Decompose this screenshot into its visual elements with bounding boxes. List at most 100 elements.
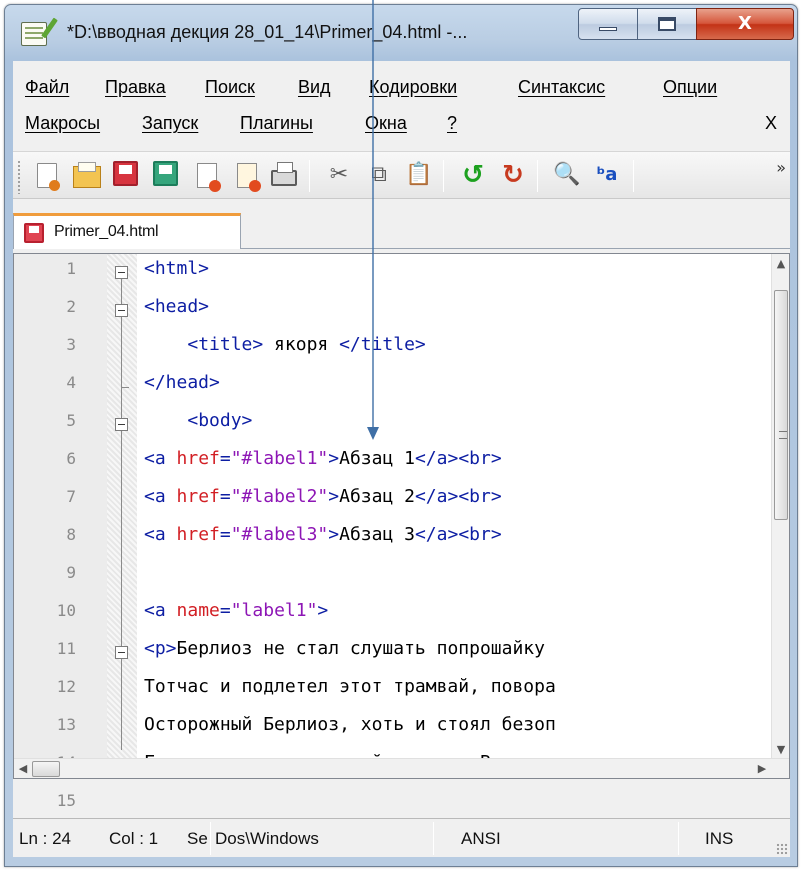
save-icon [113,161,138,186]
notepad-window: *D:\вводная декция 28_01_14\Primer_04.ht… [4,4,798,867]
resize-grip-icon[interactable] [776,843,788,855]
code-line[interactable]: </head> [144,364,220,402]
code-line[interactable]: Тотчас и подлетел этот трамвай, повора [144,668,556,706]
redo-button[interactable]: ↻ [499,161,527,189]
code-line[interactable]: <a href="#label2">Абзац 2</a><br> [144,478,502,516]
fold-toggle-p[interactable] [115,646,128,659]
save-all-button[interactable] [153,161,181,189]
save-button[interactable] [113,161,141,189]
toolbar: ✂ ⧉ 📋 ↺ ↻ 🔍 ᵇa » [13,151,790,199]
cut-button[interactable]: ✂ [325,161,353,189]
line-number-gutter: 123456789101112131415 [14,254,107,810]
code-text-area[interactable]: <html> <head> <title> якоря </title> </hea… [138,254,771,778]
line-number: 1 [66,259,76,278]
open-file-button[interactable] [73,161,101,189]
scroll-left-arrow-icon[interactable]: ◀ [16,761,30,777]
redo-icon: ↻ [502,160,524,190]
toolbar-overflow-button[interactable]: » [776,158,786,177]
close-file-icon [197,163,221,192]
code-line[interactable]: <title> якоря </title> [144,326,425,364]
tab-primer-04[interactable]: Primer_04.html [13,213,241,249]
tab-strip: Primer_04.html [13,209,790,249]
code-line[interactable]: <body> [144,402,252,440]
horizontal-scrollbar[interactable]: ◀ ▶ [14,758,789,778]
undo-button[interactable]: ↺ [459,161,487,189]
menu-macros[interactable]: Макросы [25,113,100,134]
close-all-icon [237,163,261,192]
menu-help[interactable]: ? [447,113,457,134]
code-line[interactable]: <a name="label1"> [144,592,328,630]
menu-edit[interactable]: Правка [105,77,166,98]
line-number: 7 [66,487,76,506]
horizontal-scroll-thumb[interactable] [32,761,60,777]
minimize-icon [599,27,617,31]
menu-file[interactable]: Файл [25,77,69,98]
scroll-down-arrow-icon[interactable]: ▼ [774,742,788,758]
menu-options[interactable]: Опции [663,77,717,98]
notepad-app-icon [21,22,47,46]
menu-syntax[interactable]: Синтаксис [518,77,605,98]
fold-toggle-body[interactable] [115,418,128,431]
line-number: 2 [66,297,76,316]
fold-toggle-html[interactable] [115,266,128,279]
fold-toggle-head[interactable] [115,304,128,317]
close-button[interactable]: X [696,8,794,40]
code-token: Абзац 2 [339,486,415,507]
code-token: name [176,600,220,621]
vertical-scrollbar[interactable]: ▲ ▼ [771,254,789,760]
code-token: <html> [144,258,210,279]
replace-button[interactable]: ᵇa [593,161,621,189]
code-token: Берлиоз не стал слушать попрошайку [176,638,545,659]
fold-margin[interactable] [107,254,137,778]
code-line[interactable]: <head> [144,288,209,326]
print-button[interactable] [271,161,299,189]
code-token: "#label2" [230,486,329,507]
code-line[interactable]: <p>Берлиоз не стал слушать попрошайку [144,630,545,668]
code-token: > [328,524,340,545]
scroll-right-arrow-icon[interactable]: ▶ [755,761,769,777]
copy-button[interactable]: ⧉ [365,161,393,189]
code-editor[interactable]: 123456789101112131415 <html><head> <titl… [13,253,790,810]
menu-search[interactable]: Поиск [205,77,255,98]
code-token: <a [144,448,177,469]
code-line[interactable]: Осторожный Берлиоз, хоть и стоял безоп [144,706,556,744]
close-document-button[interactable]: X [765,113,777,134]
maximize-button[interactable] [637,8,697,40]
line-number: 4 [66,373,76,392]
line-number: 8 [66,525,76,544]
toolbar-grip[interactable] [17,160,21,194]
code-line[interactable]: <a href="#label3">Абзац 3</a><br> [144,516,502,554]
code-line[interactable]: <a href="#label1">Абзац 1</a><br> [144,440,502,478]
code-token: Осторожный Берлиоз, хоть и стоял безоп [144,714,556,735]
menu-run[interactable]: Запуск [142,113,198,134]
line-number: 6 [66,449,76,468]
scroll-up-arrow-icon[interactable]: ▲ [774,256,788,272]
new-file-button[interactable] [33,161,61,191]
code-token: <head> [144,296,210,317]
new-file-icon [37,163,60,191]
find-button[interactable]: 🔍 [553,161,581,189]
fold-end-head [121,387,129,388]
close-file-button[interactable] [193,161,221,192]
menu-plugins[interactable]: Плагины [240,113,313,134]
line-number: 15 [56,791,76,810]
status-line: Ln : 24 [19,829,71,848]
line-number: 9 [66,563,76,582]
code-token: > [328,448,340,469]
close-all-button[interactable] [233,161,261,192]
paste-button[interactable]: 📋 [405,161,433,189]
menu-windows[interactable]: Окна [365,113,407,134]
title-bar[interactable]: *D:\вводная декция 28_01_14\Primer_04.ht… [5,5,797,61]
minimize-button[interactable] [578,8,638,40]
line-number: 5 [66,411,76,430]
code-token: = [219,486,231,507]
menu-view[interactable]: Вид [298,77,331,98]
toolbar-separator [309,160,310,192]
fold-guide [121,279,122,750]
menu-encoding[interactable]: Кодировки [369,77,457,98]
vertical-scroll-thumb[interactable] [774,290,788,520]
line-number: 3 [66,335,76,354]
code-token: > [317,600,329,621]
code-line[interactable]: <html> [144,254,209,288]
